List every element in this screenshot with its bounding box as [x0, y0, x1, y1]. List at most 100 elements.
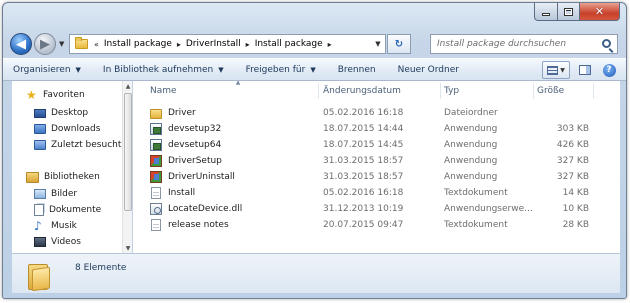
nav-item-label: Zuletzt besucht — [51, 140, 122, 150]
file-date: 18.07.2015 14:44 — [323, 124, 404, 134]
nav-item-label: Musik — [51, 221, 77, 231]
breadcrumb-item-3[interactable]: Install package — [255, 39, 323, 49]
breadcrumb-separator[interactable]: ▸ — [246, 40, 250, 49]
file-name: Driver — [168, 108, 196, 118]
scroll-down-icon[interactable]: ▼ — [124, 245, 132, 252]
organize-menu[interactable]: Organisieren ▼ — [3, 59, 88, 80]
item-count: 8 Elemente — [75, 262, 127, 273]
search-input[interactable] — [437, 39, 597, 49]
share-label: Freigeben für — [245, 64, 306, 75]
chevron-down-icon: ▼ — [75, 65, 81, 74]
file-row-driveruninstall[interactable]: DriverUninstall 31.03.2015 18:57 Anwendu… — [133, 169, 620, 185]
file-row-locatedevice[interactable]: LocateDevice.dll 31.12.2013 10:19 Anwend… — [133, 201, 620, 217]
file-row-release-notes[interactable]: release notes 20.07.2015 09:47 Textdokum… — [133, 217, 620, 233]
breadcrumb-item-1[interactable]: Install package — [104, 39, 172, 49]
change-view-button[interactable]: ▼ — [542, 61, 570, 79]
column-header-date[interactable]: Änderungsdatum — [319, 83, 441, 99]
file-size: 10 KB — [562, 204, 589, 214]
new-folder-button[interactable]: Neuer Ordner — [391, 59, 466, 80]
arrow-right-icon: ▶ — [40, 36, 50, 52]
music-icon: ♪ — [34, 219, 42, 233]
new-folder-label: Neuer Ordner — [397, 64, 459, 75]
star-icon: ★ — [26, 88, 37, 102]
file-date: 31.12.2013 10:19 — [323, 204, 404, 214]
file-date: 31.03.2015 18:57 — [323, 172, 404, 182]
column-header-name[interactable]: Name — [133, 83, 319, 99]
address-history-dropdown[interactable]: ▼ — [371, 40, 385, 48]
libraries-icon — [26, 171, 39, 183]
nav-libraries-label: Bibliotheken — [44, 172, 100, 182]
file-name: devsetup64 — [168, 140, 222, 150]
forward-button[interactable]: ▶ — [34, 33, 56, 55]
maximize-icon — [564, 7, 573, 16]
setup-icon — [150, 171, 162, 183]
recent-places-icon — [34, 140, 46, 150]
explorer-window: ✕ ◀ ▶ ▼ « Install package ▸ DriverInstal… — [2, 2, 627, 299]
nav-favorites[interactable]: ★ Favoriten — [26, 87, 85, 103]
minimize-button[interactable] — [534, 3, 558, 21]
file-row-devsetup32[interactable]: devsetup32 18.07.2015 14:44 Anwendung 30… — [133, 121, 620, 137]
include-library-label: In Bibliothek aufnehmen — [102, 64, 214, 75]
search-icon[interactable] — [602, 39, 611, 48]
downloads-icon — [34, 124, 46, 134]
breadcrumb-separator[interactable]: ▸ — [328, 40, 332, 49]
nav-item-label: Downloads — [51, 124, 101, 134]
refresh-button[interactable]: ↻ — [387, 34, 411, 54]
folder-icon — [75, 37, 88, 49]
nav-item-documents[interactable]: Dokumente — [34, 202, 101, 218]
preview-pane-icon — [579, 65, 591, 75]
file-size: 327 KB — [556, 172, 589, 182]
share-with-menu[interactable]: Freigeben für ▼ — [239, 59, 323, 80]
breadcrumb-item-2[interactable]: DriverInstall — [186, 39, 241, 49]
nav-item-label: Desktop — [51, 108, 89, 118]
navigation-pane: ★ Favoriten Desktop Downloads Zuletzt be… — [12, 81, 132, 253]
column-header-label: Typ — [444, 86, 460, 96]
maximize-button[interactable] — [558, 3, 580, 21]
pictures-icon — [34, 189, 46, 199]
nav-item-recent-places[interactable]: Zuletzt besucht — [34, 137, 121, 153]
close-button[interactable]: ✕ — [580, 3, 620, 21]
setup-icon — [150, 155, 162, 167]
desktop-icon — [34, 108, 46, 118]
nav-item-desktop[interactable]: Desktop — [34, 105, 88, 121]
column-header-type[interactable]: Typ — [441, 83, 534, 99]
nav-libraries[interactable]: Bibliotheken — [26, 169, 100, 185]
column-header-label: Änderungsdatum — [323, 86, 401, 96]
address-row: ◀ ▶ ▼ « Install package ▸ DriverInstall … — [3, 29, 626, 57]
application-icon — [150, 123, 162, 135]
file-date: 20.07.2015 09:47 — [323, 220, 404, 230]
file-row-driversetup[interactable]: DriverSetup 31.03.2015 18:57 Anwendung 3… — [133, 153, 620, 169]
burn-button[interactable]: Brennen — [331, 59, 383, 80]
folder-icon — [28, 262, 50, 291]
column-header-size[interactable]: Größe — [534, 83, 594, 99]
back-button[interactable]: ◀ — [10, 33, 32, 55]
file-date: 18.07.2015 14:45 — [323, 140, 404, 150]
text-file-icon — [151, 219, 161, 231]
file-row-devsetup64[interactable]: devsetup64 18.07.2015 14:45 Anwendung 42… — [133, 137, 620, 153]
help-button[interactable]: ? — [600, 61, 618, 79]
file-name: DriverUninstall — [168, 172, 235, 182]
column-header-label: Name — [150, 86, 177, 96]
address-bar[interactable]: « Install package ▸ DriverInstall ▸ Inst… — [69, 34, 386, 54]
nav-item-downloads[interactable]: Downloads — [34, 121, 100, 137]
breadcrumb-overflow[interactable]: « — [94, 40, 99, 49]
dll-icon — [150, 203, 162, 215]
scroll-up-icon[interactable]: ▲ — [124, 83, 132, 90]
text-file-icon — [151, 187, 161, 199]
breadcrumb-separator[interactable]: ▸ — [177, 40, 181, 49]
chevron-down-icon: ▼ — [310, 65, 316, 74]
recent-pages-dropdown[interactable]: ▼ — [59, 40, 64, 48]
view-controls: ▼ ? — [538, 61, 618, 79]
scrollbar-thumb[interactable] — [124, 93, 132, 211]
preview-pane-button[interactable] — [574, 61, 596, 79]
file-size — [533, 105, 589, 121]
nav-item-videos[interactable]: Videos — [34, 234, 81, 250]
nav-item-label: Bilder — [51, 189, 78, 199]
search-box[interactable] — [430, 34, 618, 54]
include-in-library-menu[interactable]: In Bibliothek aufnehmen ▼ — [96, 59, 231, 80]
file-row-install[interactable]: Install 05.02.2016 16:18 Textdokument 14… — [133, 185, 620, 201]
nav-item-music[interactable]: ♪ Musik — [34, 218, 77, 234]
navigation-scrollbar[interactable]: ▲ ▼ — [122, 81, 132, 253]
nav-item-pictures[interactable]: Bilder — [34, 186, 77, 202]
file-row-driver[interactable]: Driver 05.02.2016 16:18 Dateiordner — [133, 105, 620, 121]
